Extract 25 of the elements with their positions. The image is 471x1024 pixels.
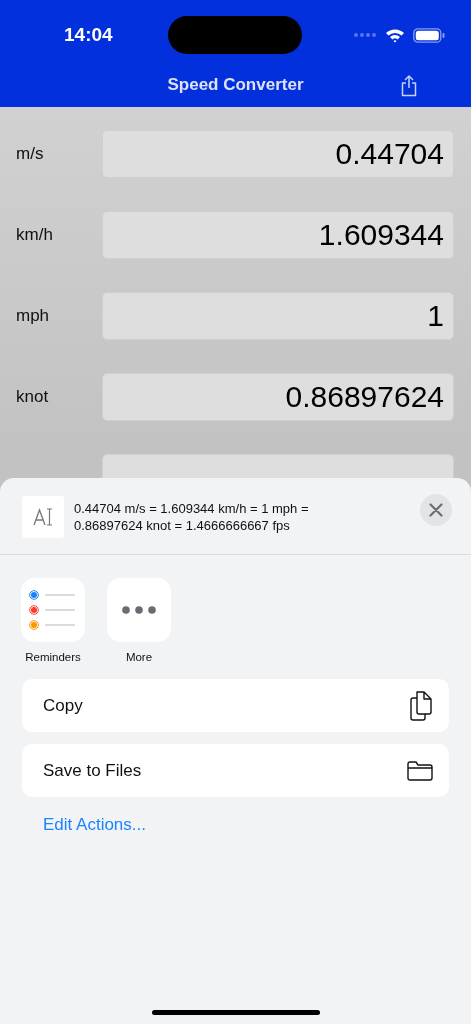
app-label: Reminders — [25, 651, 81, 663]
more-icon[interactable] — [107, 578, 171, 642]
value-field[interactable]: 1 — [102, 292, 454, 340]
unit-label: knot — [16, 387, 50, 407]
unit-label: m/s — [16, 144, 45, 164]
share-icon[interactable] — [400, 75, 418, 97]
wifi-icon — [385, 27, 405, 43]
action-row[interactable]: Save to Files — [22, 744, 449, 797]
unit-label: km/h — [16, 225, 54, 245]
app-label: More — [125, 651, 153, 663]
signal-icon — [353, 32, 377, 38]
unit-label: mph — [16, 306, 51, 326]
battery-icon — [413, 27, 445, 43]
folder-icon — [407, 760, 433, 781]
text-preview-icon — [22, 496, 64, 538]
status-time: 14:04 — [64, 24, 114, 46]
value-field[interactable]: 0.44704 — [102, 130, 454, 178]
nav-title: Speed Converter — [167, 75, 304, 95]
value-field[interactable]: 0.86897624 — [102, 373, 454, 421]
copy-icon — [409, 690, 433, 721]
close-button[interactable] — [420, 494, 452, 526]
close-icon — [429, 503, 443, 517]
action-row[interactable]: Copy — [22, 679, 449, 732]
value-field[interactable]: 1.609344 — [102, 211, 454, 259]
preview-text: 0.44704 m/s = 1.609344 km/h = 1 mph = 0.86897624 knot = 1.4666666667 fps — [74, 500, 310, 534]
